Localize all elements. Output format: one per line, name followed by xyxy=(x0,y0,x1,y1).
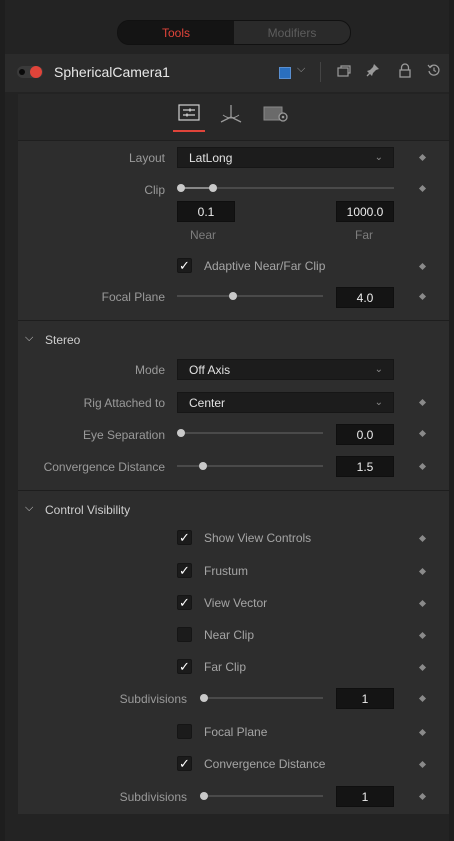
divider xyxy=(320,62,321,82)
layout-label: Layout xyxy=(128,151,165,165)
focal-plane-checkbox[interactable] xyxy=(177,724,192,739)
subdivisions2-input[interactable]: 1 xyxy=(336,786,394,807)
tab-switch: Tools Modifiers xyxy=(117,20,351,45)
chevron-down-icon: ⌄ xyxy=(374,397,383,408)
convergence-label: Convergence Distance xyxy=(43,460,165,474)
convergence-input[interactable]: 1.5 xyxy=(336,456,394,477)
frustum-label: Frustum xyxy=(204,564,249,578)
subdivisions-label: Subdivisions xyxy=(119,692,187,706)
stereo-section-title[interactable]: Stereo xyxy=(45,333,80,347)
near-input[interactable]: 0.1 xyxy=(177,201,235,222)
eye-separation-track[interactable] xyxy=(177,432,323,434)
chevron-down-icon[interactable]: ⌵ xyxy=(297,63,305,76)
control-visibility-section-title[interactable]: Control Visibility xyxy=(45,503,130,517)
tab-modifiers[interactable]: Modifiers xyxy=(234,21,350,44)
far-clip-checkbox[interactable]: ✓ xyxy=(177,659,192,674)
show-view-controls-checkbox[interactable]: ✓ xyxy=(177,530,192,545)
clip-far-handle[interactable] xyxy=(209,184,217,192)
eye-separation-label: Eye Separation xyxy=(82,428,165,442)
tab-tools[interactable]: Tools xyxy=(118,21,234,44)
convergence-distance-label: Convergence Distance xyxy=(204,757,326,771)
section-divider xyxy=(18,490,449,491)
section-divider xyxy=(18,320,449,321)
mode-dropdown[interactable]: Off Axis ⌄ xyxy=(177,359,394,380)
far-sublabel: Far xyxy=(355,228,373,242)
focal-plane-track[interactable] xyxy=(177,295,323,297)
pin-icon[interactable] xyxy=(366,63,380,77)
chevron-down-icon[interactable]: ⌵ xyxy=(25,502,33,515)
near-clip-label: Near Clip xyxy=(204,628,255,642)
transform-tab-icon[interactable] xyxy=(219,103,243,125)
convergence-distance-checkbox[interactable]: ✓ xyxy=(177,756,192,771)
view-icon[interactable] xyxy=(337,64,351,78)
chevron-down-icon: ⌄ xyxy=(374,364,383,375)
focal-plane-label: Focal Plane xyxy=(101,290,165,304)
rig-label: Rig Attached to xyxy=(83,396,165,410)
color-swatch-icon[interactable] xyxy=(279,67,291,79)
near-sublabel: Near xyxy=(190,228,217,242)
convergence-handle[interactable] xyxy=(199,462,207,470)
adaptive-clip-label: Adaptive Near/Far Clip xyxy=(204,259,326,273)
tab-tools-label: Tools xyxy=(161,25,190,40)
adaptive-clip-checkbox[interactable]: ✓ xyxy=(177,258,192,273)
view-vector-checkbox[interactable]: ✓ xyxy=(177,595,192,610)
subdivisions2-handle[interactable] xyxy=(200,792,208,800)
controls-tab-icon[interactable] xyxy=(178,104,200,122)
mode-label: Mode xyxy=(134,363,165,377)
clip-label: Clip xyxy=(144,183,165,197)
frustum-checkbox[interactable]: ✓ xyxy=(177,563,192,578)
lock-icon[interactable] xyxy=(398,63,412,78)
reset-icon[interactable] xyxy=(427,63,441,77)
focal-plane-visibility-label: Focal Plane xyxy=(204,725,268,739)
layout-value: LatLong xyxy=(189,151,233,165)
focal-plane-input[interactable]: 4.0 xyxy=(336,287,394,308)
clip-range-fill xyxy=(181,187,212,189)
subdivisions2-label: Subdivisions xyxy=(119,790,187,804)
chevron-down-icon[interactable]: ⌵ xyxy=(25,332,33,345)
rig-dropdown[interactable]: Center ⌄ xyxy=(177,392,394,413)
eye-separation-input[interactable]: 0.0 xyxy=(336,424,394,445)
layout-dropdown[interactable]: LatLong ⌄ xyxy=(177,147,394,168)
rig-value: Center xyxy=(189,396,226,410)
far-input[interactable]: 1000.0 xyxy=(336,201,394,222)
far-clip-label: Far Clip xyxy=(204,660,247,674)
eye-separation-handle[interactable] xyxy=(177,429,185,437)
mode-value: Off Axis xyxy=(189,363,231,377)
active-tab-underline xyxy=(173,130,205,132)
subdivisions-handle[interactable] xyxy=(200,694,208,702)
settings-tab-icon[interactable] xyxy=(263,105,289,123)
clip-near-handle[interactable] xyxy=(177,184,185,192)
subdivisions2-track[interactable] xyxy=(200,795,323,797)
tab-modifiers-label: Modifiers xyxy=(267,25,317,40)
subdivisions-track[interactable] xyxy=(200,697,323,699)
chevron-down-icon: ⌄ xyxy=(374,152,383,163)
view-vector-label: View Vector xyxy=(204,596,268,610)
show-view-controls-label: Show View Controls xyxy=(204,531,312,545)
enable-toggle[interactable] xyxy=(17,66,43,78)
focal-plane-handle[interactable] xyxy=(229,292,237,300)
near-clip-checkbox[interactable] xyxy=(177,627,192,642)
tool-title: SphericalCamera1 xyxy=(54,64,170,80)
subdivisions-input[interactable]: 1 xyxy=(336,688,394,709)
